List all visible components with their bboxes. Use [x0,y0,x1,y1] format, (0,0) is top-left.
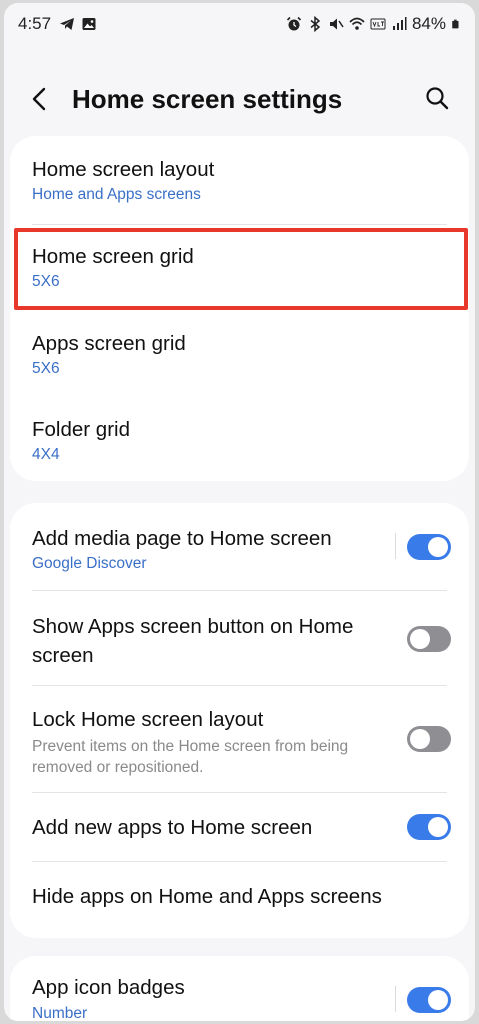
bluetooth-icon [310,16,321,32]
highlight-box [14,228,468,310]
item-description-line2: removed or repositioned. [32,759,204,776]
status-time: 4:57 [18,14,52,33]
item-title: Hide apps on Home and Apps screens [32,885,382,908]
battery-icon [452,19,459,29]
separator [395,986,396,1012]
toggle-knob [428,817,448,837]
wifi-icon [349,17,365,30]
toggle-knob [410,629,430,649]
lock-layout-toggle[interactable] [407,726,451,752]
item-title-line1: Show Apps screen button on Home [32,615,354,638]
alarm-icon [286,16,302,31]
item-title: App icon badges [32,976,185,999]
status-bar: 4:57 84% [4,3,475,45]
item-title: Home screen layout [32,158,215,181]
item-subtitle: Home and Apps screens [32,186,201,203]
signal-icon [392,17,407,30]
app-icon-badges-toggle[interactable] [407,987,451,1013]
volte-icon [370,18,386,30]
show-apps-button-item[interactable]: Show Apps screen button on Home screen [10,591,469,685]
item-description-line1: Prevent items on the Home screen from be… [32,738,349,755]
item-title: Add new apps to Home screen [32,816,313,839]
gallery-icon [82,18,96,30]
item-subtitle: Google Discover [32,555,147,572]
apps-screen-grid-item[interactable]: Apps screen grid 5X6 [10,312,469,398]
battery-percent: 84% [411,14,446,33]
item-title: Add media page to Home screen [32,527,332,550]
add-new-apps-toggle[interactable] [407,814,451,840]
phone-screen: 4:57 84% Home screen settings Home scree… [4,3,475,1021]
item-subtitle: Number [32,1005,88,1021]
item-title: Apps screen grid [32,332,186,355]
show-apps-button-toggle[interactable] [407,626,451,652]
toggle-knob [428,537,448,557]
add-media-page-toggle[interactable] [407,534,451,560]
item-title: Folder grid [32,418,130,441]
telegram-icon [60,18,75,30]
home-screen-layout-item[interactable]: Home screen layout Home and Apps screens [10,136,469,222]
back-arrow-icon[interactable] [26,85,54,113]
separator [395,533,396,559]
add-media-page-item[interactable]: Add media page to Home screen Google Dis… [10,503,469,590]
item-subtitle: 5X6 [32,360,60,377]
page-title: Home screen settings [72,84,343,114]
app-icon-badges-item[interactable]: App icon badges Number [10,956,469,1021]
lock-layout-item[interactable]: Lock Home screen layout Prevent items on… [10,686,469,791]
search-icon[interactable] [422,83,452,113]
item-title-line2: screen [32,644,94,667]
toggle-knob [428,990,448,1010]
hide-apps-item[interactable]: Hide apps on Home and Apps screens [10,862,469,938]
home-screen-options-card: Add media page to Home screen Google Dis… [10,503,469,938]
mute-icon [329,18,344,30]
app-bar: Home screen settings [4,73,475,123]
item-title: Lock Home screen layout [32,708,264,731]
item-subtitle: 4X4 [32,446,60,463]
toggle-knob [410,729,430,749]
add-new-apps-item[interactable]: Add new apps to Home screen [10,793,469,861]
folder-grid-item[interactable]: Folder grid 4X4 [10,398,469,481]
badges-card: App icon badges Number [10,956,469,1021]
